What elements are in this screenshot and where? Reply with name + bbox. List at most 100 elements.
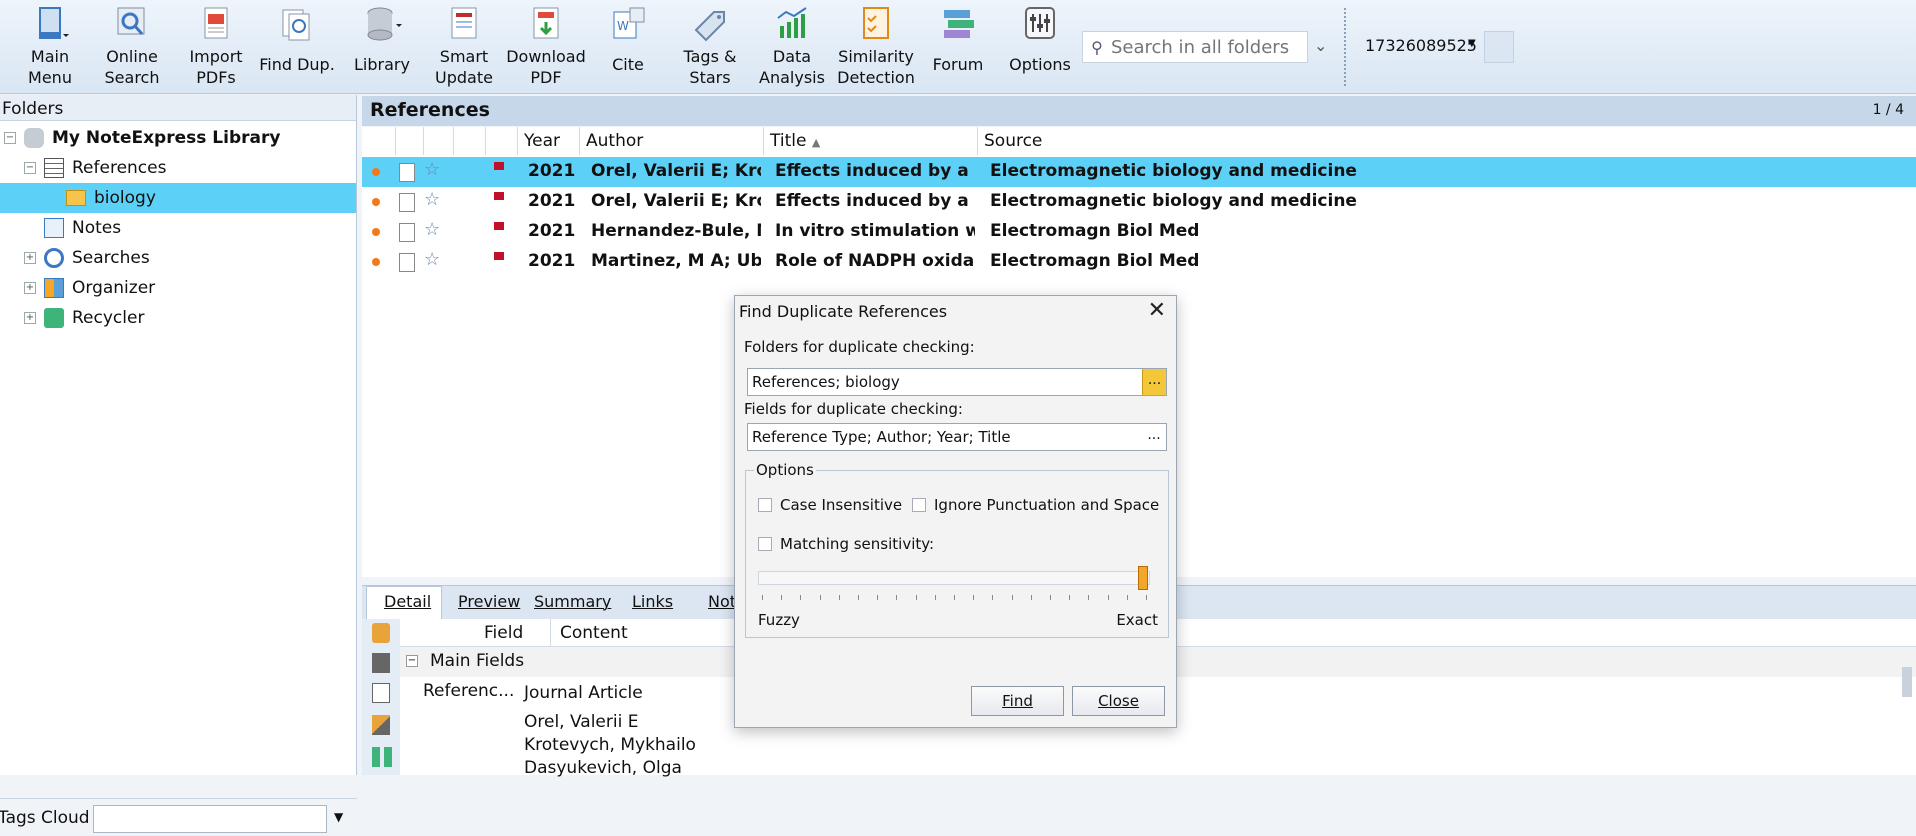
search-box[interactable]: ⚲ <box>1082 31 1308 63</box>
author-line[interactable]: Dasyukevich, Olga <box>524 758 682 778</box>
detail-column-content: Content <box>560 623 628 643</box>
column-header-attachment[interactable] <box>396 127 424 155</box>
close-button[interactable]: Close <box>1072 686 1165 716</box>
table-row[interactable]: ☆ 2021 Martinez, M A; Ube. Role of NADPH… <box>362 247 1916 277</box>
column-divider <box>550 619 551 647</box>
tab-detail[interactable]: Detail <box>384 592 431 611</box>
column-header-flag[interactable] <box>486 127 518 155</box>
user-dropdown-icon[interactable]: ▼ <box>1468 38 1476 49</box>
cell-year: 2021 <box>528 251 576 271</box>
search-dropdown-icon[interactable]: ⌄ <box>1314 36 1327 55</box>
expand-icon[interactable]: + <box>24 312 36 324</box>
cell-author: Orel, Valerii E; Krote <box>591 191 761 211</box>
cite-button[interactable]: W Cite <box>592 4 664 90</box>
copy-icon[interactable] <box>372 683 390 703</box>
data-analysis-button[interactable]: Data Analysis <box>756 4 828 90</box>
toolbar-divider <box>1344 8 1346 86</box>
find-button[interactable]: Find <box>971 686 1064 716</box>
ignore-punctuation-label[interactable]: Ignore Punctuation and Space <box>934 496 1159 514</box>
column-header-status[interactable] <box>362 127 396 155</box>
online-search-button[interactable]: Online Search <box>96 4 168 90</box>
sensitivity-slider-thumb[interactable] <box>1138 566 1148 590</box>
search-input[interactable] <box>1111 36 1291 58</box>
column-header-source[interactable]: Source <box>978 127 1916 155</box>
field-value[interactable]: Journal Article <box>524 683 643 703</box>
table-row[interactable]: ☆ 2021 Orel, Valerii E; Krote Effects in… <box>362 157 1916 187</box>
collapse-icon[interactable]: − <box>4 132 16 144</box>
tags-dropdown-icon[interactable]: ▼ <box>334 810 343 824</box>
star-icon[interactable]: ☆ <box>424 219 440 240</box>
column-header-title[interactable]: Title ▲ <box>764 127 978 155</box>
library-button[interactable]: Library <box>346 4 418 90</box>
collapse-icon[interactable]: − <box>24 162 36 174</box>
ignore-punctuation-checkbox[interactable] <box>912 498 926 512</box>
tags-input[interactable] <box>93 805 327 833</box>
lock-icon[interactable] <box>372 623 390 643</box>
tag-icon <box>694 11 725 42</box>
collapse-icon[interactable]: − <box>406 655 418 667</box>
dialog-title: Find Duplicate References <box>739 302 948 321</box>
tab-notes[interactable]: Not <box>708 592 736 611</box>
slider-tick <box>934 595 936 600</box>
star-icon[interactable]: ☆ <box>424 159 440 180</box>
slider-tick <box>762 595 763 600</box>
column-header-read[interactable] <box>454 127 486 155</box>
slider-tick <box>1088 595 1090 600</box>
star-icon[interactable]: ☆ <box>424 249 440 270</box>
find-duplicates-dialog: Find Duplicate References ✕ Folders for … <box>734 295 1177 728</box>
folders-field[interactable]: References; biology ... <box>747 368 1167 396</box>
sensitivity-slider[interactable] <box>758 571 1150 585</box>
smart-update-button[interactable]: Smart Update <box>428 4 500 90</box>
column-header-year[interactable]: Year <box>518 127 580 155</box>
brush-icon[interactable] <box>372 715 390 735</box>
column-header-author[interactable]: Author <box>580 127 764 155</box>
tree-item-organizer[interactable]: + Organizer <box>24 273 155 303</box>
user-id[interactable]: 17326089525 <box>1365 36 1477 55</box>
tree-item-recycler[interactable]: + Recycler <box>24 303 144 333</box>
forum-button[interactable]: Forum <box>922 4 994 90</box>
similarity-detection-button[interactable]: Similarity Detection <box>836 4 916 90</box>
expand-icon[interactable]: + <box>24 252 36 264</box>
tab-summary[interactable]: Summary <box>534 592 611 611</box>
expand-icon[interactable]: + <box>24 282 36 294</box>
author-line[interactable]: Krotevych, Mykhailo <box>524 735 696 755</box>
tab-preview[interactable]: Preview <box>458 592 520 611</box>
book-icon[interactable] <box>372 653 390 673</box>
tree-item-references[interactable]: − References <box>24 153 166 183</box>
table-row[interactable]: ☆ 2021 Orel, Valerii E; Krote Effects in… <box>362 187 1916 217</box>
tab-links[interactable]: Links <box>632 592 673 611</box>
case-insensitive-label[interactable]: Case Insensitive <box>780 496 902 514</box>
grid-icon[interactable] <box>372 747 392 767</box>
fields-label: Fields for duplicate checking: <box>744 400 963 418</box>
find-duplicates-button[interactable]: Find Dup. <box>258 4 336 90</box>
matching-sensitivity-label[interactable]: Matching sensitivity: <box>780 535 934 553</box>
main-menu-button[interactable]: Main Menu <box>14 4 86 90</box>
table-row[interactable]: ☆ 2021 Hernandez-Bule, M In vitro stimul… <box>362 217 1916 247</box>
browse-fields-button[interactable]: ... <box>1142 424 1166 450</box>
tree-item-biology[interactable]: biology <box>0 183 356 213</box>
close-icon[interactable]: ✕ <box>1148 298 1166 323</box>
folders-panel: Folders − My NoteExpress Library − Refer… <box>0 95 357 833</box>
slider-tick <box>838 595 840 600</box>
title-column-label: Title <box>770 131 807 151</box>
author-line[interactable]: Orel, Valerii E <box>524 712 638 732</box>
tree-item-searches[interactable]: + Searches <box>24 243 150 273</box>
cell-title: Effects induced by a 50 . <box>775 191 975 211</box>
browse-folders-button[interactable]: ... <box>1142 369 1166 395</box>
avatar[interactable] <box>1484 31 1514 63</box>
tree-item-notes[interactable]: Notes <box>44 213 121 243</box>
import-pdfs-button[interactable]: Import PDFs <box>180 4 252 90</box>
tags-stars-button[interactable]: Tags & Stars <box>674 4 746 90</box>
download-pdf-button[interactable]: Download PDF <box>506 4 586 90</box>
column-header-star[interactable] <box>424 127 454 155</box>
scrollbar[interactable] <box>1902 667 1912 697</box>
star-icon[interactable]: ☆ <box>424 189 440 210</box>
matching-sensitivity-checkbox[interactable] <box>758 537 772 551</box>
close-button-label: Close <box>1098 692 1139 710</box>
tree-item-library[interactable]: − My NoteExpress Library <box>4 123 280 153</box>
case-insensitive-checkbox[interactable] <box>758 498 772 512</box>
fields-field[interactable]: Reference Type; Author; Year; Title ... <box>747 423 1167 451</box>
options-button[interactable]: Options <box>1004 4 1076 90</box>
sort-ascending-icon: ▲ <box>811 136 821 149</box>
slider-tick <box>877 595 879 600</box>
